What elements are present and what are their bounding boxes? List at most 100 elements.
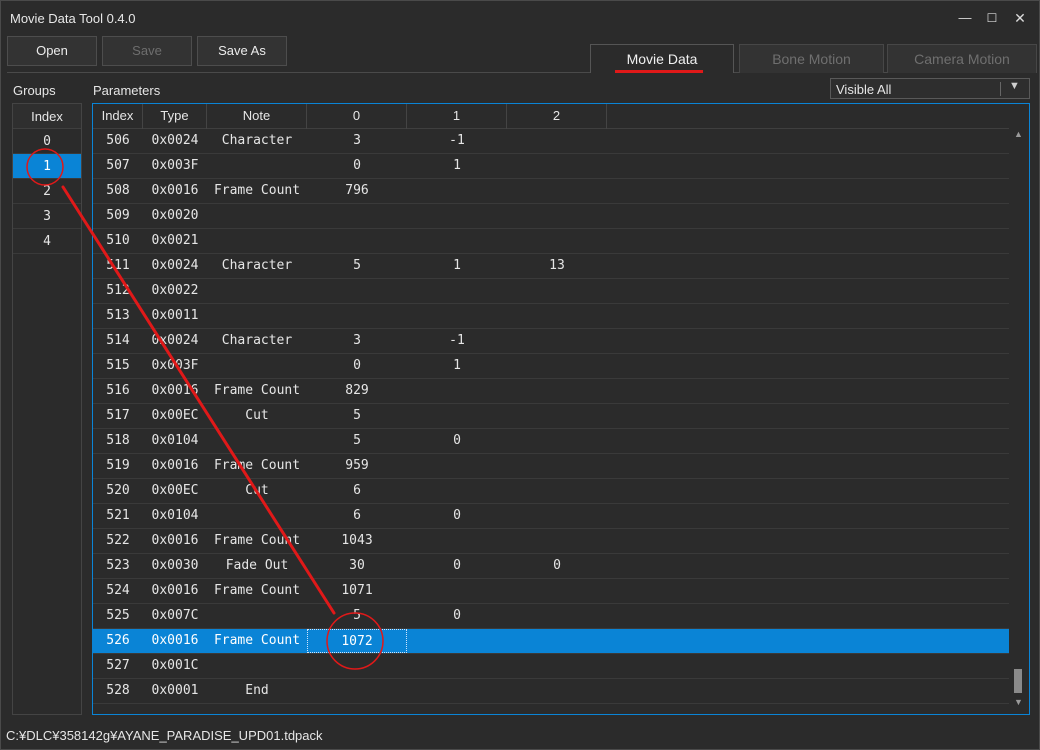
cell-index[interactable]: 528: [93, 679, 143, 703]
cell-type[interactable]: 0x0001: [143, 679, 207, 703]
close-icon[interactable]: ✕: [1008, 7, 1032, 29]
table-row[interactable]: 508 0x0016 Frame Count 796: [93, 179, 1009, 204]
cell-value-1[interactable]: [407, 529, 507, 553]
cell-value-0[interactable]: 30: [307, 554, 407, 578]
cell-index[interactable]: 510: [93, 229, 143, 253]
cell-value-0[interactable]: [307, 304, 407, 328]
cell-value-1[interactable]: [407, 204, 507, 228]
cell-value-0[interactable]: [307, 204, 407, 228]
cell-index[interactable]: 517: [93, 404, 143, 428]
cell-value-2[interactable]: [507, 504, 607, 528]
cell-value-0[interactable]: 6: [307, 504, 407, 528]
cell-value-1[interactable]: -1: [407, 129, 507, 153]
table-row[interactable]: 506 0x0024 Character 3 -1: [93, 129, 1009, 154]
cell-type[interactable]: 0x0024: [143, 129, 207, 153]
scroll-up-icon[interactable]: ▲: [1014, 129, 1023, 139]
cell-type[interactable]: 0x003F: [143, 154, 207, 178]
cell-type[interactable]: 0x0030: [143, 554, 207, 578]
table-row[interactable]: 521 0x0104 6 0: [93, 504, 1009, 529]
cell-index[interactable]: 513: [93, 304, 143, 328]
cell-value-1[interactable]: [407, 454, 507, 478]
cell-value-1[interactable]: 1: [407, 254, 507, 278]
cell-value-2[interactable]: [507, 204, 607, 228]
cell-note[interactable]: Character: [207, 129, 307, 153]
cell-value-0[interactable]: 3: [307, 329, 407, 353]
cell-note[interactable]: Frame Count: [207, 529, 307, 553]
cell-value-2[interactable]: [507, 304, 607, 328]
table-row[interactable]: 515 0x003F 0 1: [93, 354, 1009, 379]
save-as-button[interactable]: Save As: [197, 36, 287, 66]
column-header-2[interactable]: 2: [507, 104, 607, 129]
cell-value-2[interactable]: [507, 279, 607, 303]
cell-note[interactable]: [207, 604, 307, 628]
cell-index[interactable]: 522: [93, 529, 143, 553]
cell-value-2[interactable]: [507, 654, 607, 678]
table-row[interactable]: 519 0x0016 Frame Count 959: [93, 454, 1009, 479]
cell-value-0[interactable]: 5: [307, 604, 407, 628]
cell-value-1[interactable]: 1: [407, 354, 507, 378]
cell-index[interactable]: 527: [93, 654, 143, 678]
cell-value-0[interactable]: 5: [307, 254, 407, 278]
cell-value-1[interactable]: 0: [407, 554, 507, 578]
cell-index[interactable]: 512: [93, 279, 143, 303]
cell-type[interactable]: 0x0020: [143, 204, 207, 228]
scroll-thumb[interactable]: [1014, 669, 1022, 693]
cell-value-2[interactable]: [507, 479, 607, 503]
cell-value-0[interactable]: 1043: [307, 529, 407, 553]
table-row[interactable]: 527 0x001C: [93, 654, 1009, 679]
cell-value-0[interactable]: 5: [307, 429, 407, 453]
cell-value-0[interactable]: 1072: [307, 629, 407, 653]
cell-note[interactable]: Frame Count: [207, 454, 307, 478]
cell-index[interactable]: 511: [93, 254, 143, 278]
cell-value-2[interactable]: [507, 379, 607, 403]
cell-type[interactable]: 0x00EC: [143, 479, 207, 503]
maximize-icon[interactable]: ☐: [980, 7, 1004, 29]
cell-value-2[interactable]: [507, 529, 607, 553]
vertical-scrollbar[interactable]: ▲ ▼: [1010, 129, 1028, 714]
group-row-1[interactable]: 1: [13, 154, 81, 179]
cell-index[interactable]: 520: [93, 479, 143, 503]
column-header-0[interactable]: 0: [307, 104, 407, 129]
cell-note[interactable]: Cut: [207, 404, 307, 428]
cell-value-0[interactable]: [307, 679, 407, 703]
cell-note[interactable]: [207, 654, 307, 678]
cell-value-0[interactable]: [307, 279, 407, 303]
cell-index[interactable]: 514: [93, 329, 143, 353]
visibility-filter-select[interactable]: Visible All ▼: [830, 78, 1030, 99]
cell-value-1[interactable]: 1: [407, 154, 507, 178]
cell-type[interactable]: 0x0022: [143, 279, 207, 303]
cell-type[interactable]: 0x0104: [143, 429, 207, 453]
table-row[interactable]: 509 0x0020: [93, 204, 1009, 229]
table-row[interactable]: 524 0x0016 Frame Count 1071: [93, 579, 1009, 604]
cell-type[interactable]: 0x0021: [143, 229, 207, 253]
group-row-0[interactable]: 0: [13, 129, 81, 154]
table-row[interactable]: 511 0x0024 Character 5 1 13: [93, 254, 1009, 279]
cell-value-1[interactable]: [407, 279, 507, 303]
cell-type[interactable]: 0x0016: [143, 629, 207, 653]
tab-bone-motion[interactable]: Bone Motion: [739, 44, 884, 73]
cell-note[interactable]: [207, 154, 307, 178]
cell-value-1[interactable]: [407, 379, 507, 403]
cell-note[interactable]: [207, 429, 307, 453]
cell-index[interactable]: 506: [93, 129, 143, 153]
column-header-1[interactable]: 1: [407, 104, 507, 129]
cell-value-0[interactable]: 1071: [307, 579, 407, 603]
cell-index[interactable]: 508: [93, 179, 143, 203]
cell-note[interactable]: Character: [207, 329, 307, 353]
cell-value-0[interactable]: 796: [307, 179, 407, 203]
table-row[interactable]: 528 0x0001 End: [93, 679, 1009, 704]
cell-value-2[interactable]: [507, 454, 607, 478]
cell-index[interactable]: 518: [93, 429, 143, 453]
cell-type[interactable]: 0x0104: [143, 504, 207, 528]
cell-value-1[interactable]: [407, 179, 507, 203]
cell-index[interactable]: 525: [93, 604, 143, 628]
cell-value-1[interactable]: [407, 579, 507, 603]
table-row[interactable]: 510 0x0021: [93, 229, 1009, 254]
cell-note[interactable]: Cut: [207, 479, 307, 503]
cell-value-2[interactable]: [507, 629, 607, 653]
cell-value-1[interactable]: [407, 629, 507, 653]
table-row[interactable]: 513 0x0011: [93, 304, 1009, 329]
cell-index[interactable]: 507: [93, 154, 143, 178]
cell-note[interactable]: Frame Count: [207, 379, 307, 403]
cell-value-1[interactable]: [407, 229, 507, 253]
